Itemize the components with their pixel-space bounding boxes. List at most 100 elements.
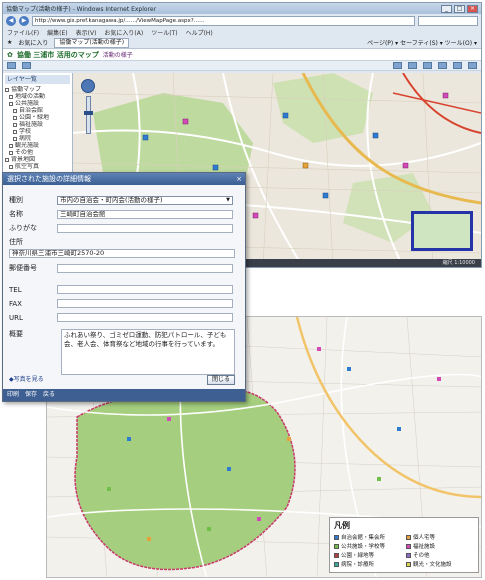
tree-item[interactable]: 公園・緑地: [5, 114, 70, 121]
checkbox-icon[interactable]: [13, 122, 17, 127]
address-row: 神奈川県三浦市三崎町2570-20: [9, 249, 235, 258]
url-label: URL: [9, 313, 23, 322]
toolbar-right-commands[interactable]: ページ(P) ▾ セーフティ(S) ▾ ツール(O) ▾: [367, 38, 477, 47]
zoom-out-tool-icon[interactable]: [408, 62, 417, 69]
name-row: 名称 三崎町自治会館: [9, 209, 233, 219]
category-select[interactable]: 市内の自治会・町内会(活動の様子) ▼: [57, 195, 233, 205]
dialog-footer: 印刷 保存 戻る: [3, 389, 245, 401]
checkbox-icon[interactable]: [9, 94, 13, 99]
checkbox-icon[interactable]: [13, 129, 17, 134]
menu-help[interactable]: ヘルプ(H): [186, 28, 213, 37]
fax-row: FAX: [9, 299, 233, 308]
fax-field[interactable]: [57, 299, 233, 308]
favorites-bar: ★ お気に入り 協働マップ(活動の様子) ページ(P) ▾ セーフティ(S) ▾…: [3, 37, 481, 49]
url-row: URL: [9, 313, 233, 322]
zip-row: 郵便番号: [9, 263, 233, 273]
tree-item[interactable]: 航空写真: [5, 163, 70, 170]
legend-swatch: [406, 534, 411, 540]
legend-swatch: [406, 543, 411, 549]
zip-field[interactable]: [57, 263, 233, 273]
menu-tools[interactable]: ツール(T): [151, 28, 177, 37]
browser-search-input[interactable]: [418, 15, 478, 26]
zip-label: 郵便番号: [9, 264, 37, 272]
favorites-star-icon[interactable]: ★: [7, 39, 12, 46]
url-field[interactable]: [57, 313, 233, 322]
tree-item[interactable]: 観光施設: [5, 142, 70, 149]
tree-item[interactable]: 協働マップ: [5, 86, 70, 93]
checkbox-icon[interactable]: [13, 136, 17, 141]
reading-label: ふりがな: [9, 224, 37, 232]
address-bar[interactable]: http://www.gis.pref.kanagawa.jp/……/ViewM…: [32, 15, 415, 26]
legend-swatch: [406, 561, 411, 567]
close-button[interactable]: 閉じる: [207, 375, 235, 385]
legend-toggle-icon[interactable]: [22, 62, 31, 69]
tel-field[interactable]: [57, 285, 233, 294]
tree-item[interactable]: 病院: [5, 135, 70, 142]
reading-field[interactable]: [57, 223, 233, 233]
checkbox-icon[interactable]: [9, 143, 13, 148]
category-value: 市内の自治会・町内会(活動の様子): [60, 195, 163, 204]
tree-item[interactable]: 公共施設: [5, 100, 70, 107]
menu-favorites[interactable]: お気に入り(A): [104, 28, 143, 37]
minimize-button[interactable]: _: [441, 4, 452, 13]
zoom-slider-knob[interactable]: [83, 111, 93, 115]
pan-control-icon[interactable]: [81, 79, 95, 93]
tree-item[interactable]: 背景地図: [5, 156, 70, 163]
address-field[interactable]: 神奈川県三浦市三崎町2570-20: [9, 249, 235, 258]
pan-tool-icon[interactable]: [423, 62, 432, 69]
browser-tab[interactable]: 協働マップ(活動の様子): [54, 37, 130, 48]
checkbox-icon[interactable]: [9, 101, 13, 106]
tree-item[interactable]: 福祉施設: [5, 121, 70, 128]
note-textarea[interactable]: ふれあい祭り、ゴミゼロ運動、防犯パトロール、子ども会、老人会、体育祭など地域の行…: [61, 329, 235, 375]
checkbox-icon[interactable]: [5, 87, 9, 92]
help-tool-icon[interactable]: [468, 62, 477, 69]
detail-dialog: 選択された施設の詳細情報 × 種別 市内の自治会・町内会(活動の様子) ▼ 名称…: [2, 172, 246, 402]
measure-tool-icon[interactable]: [438, 62, 447, 69]
chevron-down-icon: ▼: [226, 196, 230, 203]
print-tool-icon[interactable]: [453, 62, 462, 69]
overview-map[interactable]: [411, 211, 473, 251]
forward-icon[interactable]: ▶: [19, 15, 29, 26]
checkbox-icon[interactable]: [13, 108, 17, 113]
app-logo-icon: ✿: [7, 50, 13, 59]
name-field[interactable]: 三崎町自治会館: [57, 209, 233, 219]
map-legend: 凡例 自治会館・集会所 個人宅等 公共施設・学校等 福祉施設 公園・緑地等 その…: [329, 517, 479, 573]
photo-link[interactable]: ◆写真を見る: [9, 374, 44, 383]
print-button[interactable]: 印刷: [7, 389, 19, 401]
save-button[interactable]: 保存: [25, 389, 37, 401]
menu-view[interactable]: 表示(V): [76, 28, 97, 37]
dialog-close-icon[interactable]: ×: [233, 173, 245, 185]
layer-toggle-icon[interactable]: [7, 62, 16, 69]
legend-title: 凡例: [334, 521, 350, 530]
layer-panel-header: レイヤ一覧: [5, 75, 70, 84]
menu-edit[interactable]: 編集(E): [47, 28, 67, 37]
note-label: 概要: [9, 330, 23, 338]
tree-item[interactable]: 学校: [5, 128, 70, 135]
tree-item[interactable]: 自治会館: [5, 107, 70, 114]
checkbox-icon[interactable]: [9, 150, 13, 155]
zoom-control[interactable]: [81, 79, 95, 134]
favorites-label[interactable]: お気に入り: [18, 38, 48, 47]
address-label-row: 住所: [9, 237, 57, 247]
maximize-button[interactable]: □: [454, 4, 465, 13]
map-toolbar: [3, 61, 481, 71]
app-subtitle: 活動の様子: [102, 52, 133, 59]
legend-item: 公園・緑地等: [334, 551, 402, 559]
menu-file[interactable]: ファイル(F): [7, 28, 39, 37]
close-window-button[interactable]: ×: [467, 4, 478, 13]
checkbox-icon[interactable]: [13, 115, 17, 120]
legend-swatch: [334, 543, 339, 549]
tree-item[interactable]: その他: [5, 149, 70, 156]
zoom-slider[interactable]: [83, 96, 93, 134]
dialog-titlebar: 選択された施設の詳細情報 ×: [3, 173, 245, 185]
category-label: 種別: [9, 196, 23, 204]
checkbox-icon[interactable]: [9, 164, 13, 169]
tel-label: TEL: [9, 285, 22, 294]
zoom-in-tool-icon[interactable]: [393, 62, 402, 69]
back-icon[interactable]: ◀: [6, 15, 16, 26]
tree-item[interactable]: 地域の活動: [5, 93, 70, 100]
checkbox-icon[interactable]: [5, 157, 9, 162]
legend-swatch: [334, 552, 339, 558]
back-button[interactable]: 戻る: [43, 389, 55, 401]
tel-row: TEL: [9, 285, 233, 294]
